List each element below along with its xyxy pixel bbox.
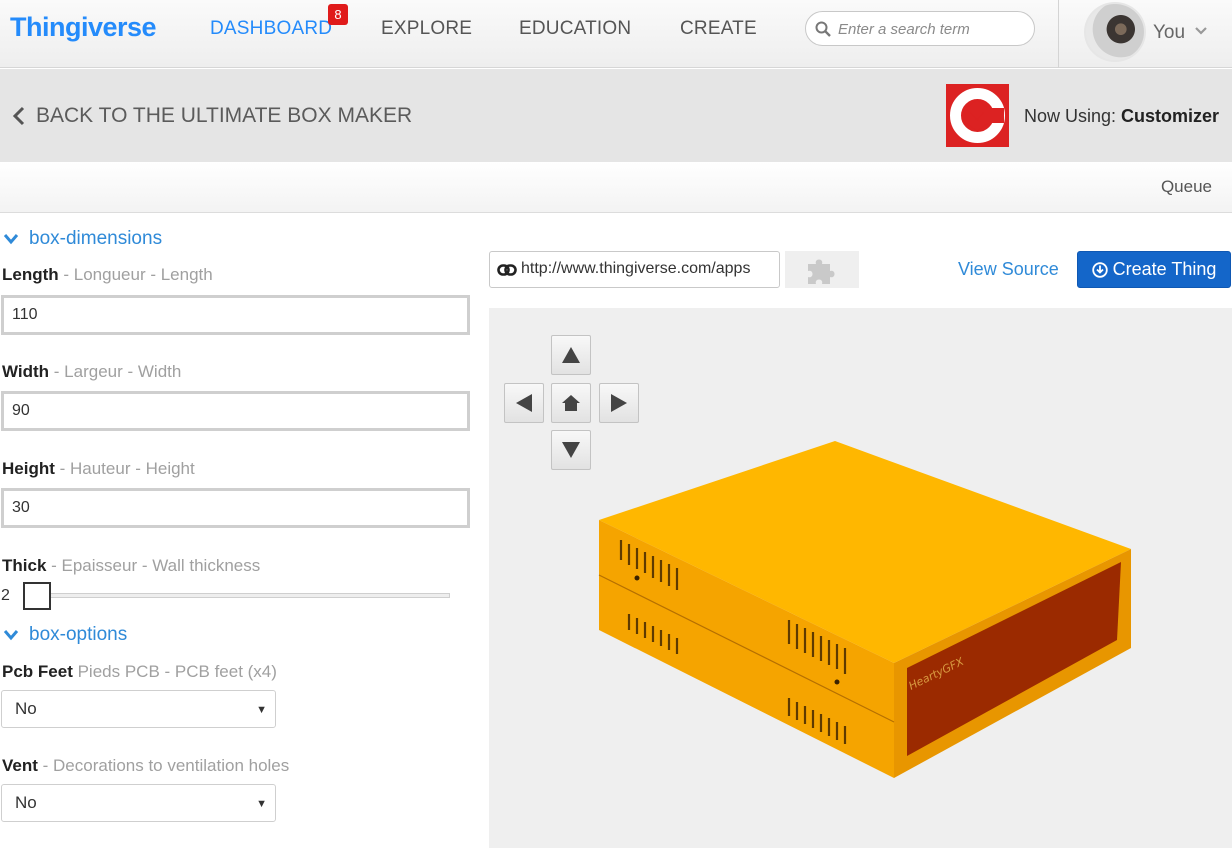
- length-name: Length: [2, 265, 59, 284]
- pcb-feet-name: Pcb Feet: [2, 662, 73, 681]
- thick-value: 2: [1, 587, 10, 604]
- user-menu-label[interactable]: You: [1153, 22, 1185, 44]
- chevron-down-icon: [3, 630, 19, 641]
- height-desc: - Hauteur - Height: [54, 459, 195, 478]
- height-label: Height - Hauteur - Height: [2, 459, 195, 479]
- vent-name: Vent: [2, 756, 38, 775]
- section-title: box-options: [29, 624, 128, 645]
- search-icon: [815, 21, 831, 37]
- arrow-left-icon: [516, 394, 532, 412]
- length-input[interactable]: [1, 295, 470, 335]
- vent-label: Vent - Decorations to ventilation holes: [2, 756, 289, 776]
- width-name: Width: [2, 362, 50, 381]
- pcb-feet-selected: No: [15, 699, 37, 718]
- height-name: Height: [2, 459, 55, 478]
- customizer-logo-icon: [950, 88, 1005, 143]
- pan-left-button[interactable]: [504, 383, 544, 423]
- pcb-feet-desc: Pieds PCB - PCB feet (x4): [72, 662, 277, 681]
- avatar[interactable]: [1084, 2, 1146, 62]
- download-circle-icon: [1091, 261, 1108, 278]
- top-navbar: Thingiverse DASHBOARD 8 EXPLORE EDUCATIO…: [0, 0, 1232, 68]
- vent-desc: - Decorations to ventilation holes: [37, 756, 290, 775]
- now-using-label: Now Using: Customizer: [1024, 106, 1219, 127]
- queue-link[interactable]: Queue: [1161, 177, 1212, 197]
- thick-name: Thick: [2, 556, 47, 575]
- customizer-app-logo: [946, 84, 1009, 147]
- section-box-options[interactable]: box-options: [3, 624, 127, 646]
- vent-selected: No: [15, 793, 37, 812]
- notification-badge[interactable]: 8: [328, 4, 348, 25]
- link-icon: [497, 264, 517, 276]
- now-using-app: Customizer: [1121, 106, 1220, 126]
- thick-slider-track[interactable]: [36, 593, 450, 598]
- now-using-prefix: Now Using:: [1024, 106, 1117, 126]
- dropdown-arrow-icon: ▼: [256, 798, 267, 810]
- back-link-label: BACK TO THE ULTIMATE BOX MAKER: [36, 104, 413, 127]
- thick-label: Thick - Epaisseur - Wall thickness: [2, 556, 260, 576]
- back-link[interactable]: BACK TO THE ULTIMATE BOX MAKER: [12, 104, 412, 128]
- nav-create[interactable]: CREATE: [680, 18, 757, 40]
- pcb-feet-select[interactable]: No ▼: [1, 690, 276, 728]
- width-label: Width - Largeur - Width: [2, 362, 181, 382]
- nav-education[interactable]: EDUCATION: [519, 18, 631, 40]
- home-icon: [562, 395, 580, 411]
- thick-desc: - Epaisseur - Wall thickness: [46, 556, 261, 575]
- model-viewport[interactable]: HeartyGFX: [489, 308, 1232, 848]
- section-box-dimensions[interactable]: box-dimensions: [3, 228, 162, 250]
- nav-dashboard[interactable]: DASHBOARD: [210, 18, 332, 40]
- reset-view-button[interactable]: [551, 383, 591, 423]
- pan-up-button[interactable]: [551, 335, 591, 375]
- width-input[interactable]: [1, 391, 470, 431]
- pan-down-button[interactable]: [551, 430, 591, 470]
- vent-select[interactable]: No ▼: [1, 784, 276, 822]
- view-source-link[interactable]: View Source: [958, 259, 1059, 280]
- create-thing-label: Create Thing: [1112, 259, 1217, 279]
- share-url-text: http://www.thingiverse.com/apps: [521, 260, 751, 277]
- dropdown-arrow-icon: ▼: [256, 704, 267, 716]
- height-input[interactable]: [1, 488, 470, 528]
- queue-bar: Queue: [0, 162, 1232, 213]
- pan-right-button[interactable]: [599, 383, 639, 423]
- puzzle-piece-icon: [808, 259, 835, 284]
- pcb-feet-label: Pcb Feet Pieds PCB - PCB feet (x4): [2, 662, 277, 682]
- puzzle-button[interactable]: [785, 251, 859, 288]
- nav-divider: [1058, 0, 1059, 68]
- width-desc: - Largeur - Width: [49, 362, 182, 381]
- arrow-down-icon: [562, 442, 580, 458]
- create-thing-button[interactable]: Create Thing: [1077, 251, 1231, 288]
- chevron-left-icon: [12, 106, 25, 126]
- thingiverse-logo[interactable]: Thingiverse: [10, 12, 157, 43]
- share-url-field[interactable]: http://www.thingiverse.com/apps: [489, 251, 780, 288]
- arrow-up-icon: [562, 347, 580, 363]
- arrow-right-icon: [611, 394, 627, 412]
- length-label: Length - Longueur - Length: [2, 265, 213, 285]
- chevron-down-icon: [3, 234, 19, 245]
- thick-slider-handle[interactable]: [23, 582, 51, 610]
- chevron-down-icon[interactable]: [1194, 26, 1208, 36]
- nav-explore[interactable]: EXPLORE: [381, 18, 472, 40]
- search-box[interactable]: [805, 11, 1035, 46]
- length-desc: - Longueur - Length: [58, 265, 213, 284]
- search-input[interactable]: [838, 19, 1028, 39]
- section-title: box-dimensions: [29, 228, 163, 249]
